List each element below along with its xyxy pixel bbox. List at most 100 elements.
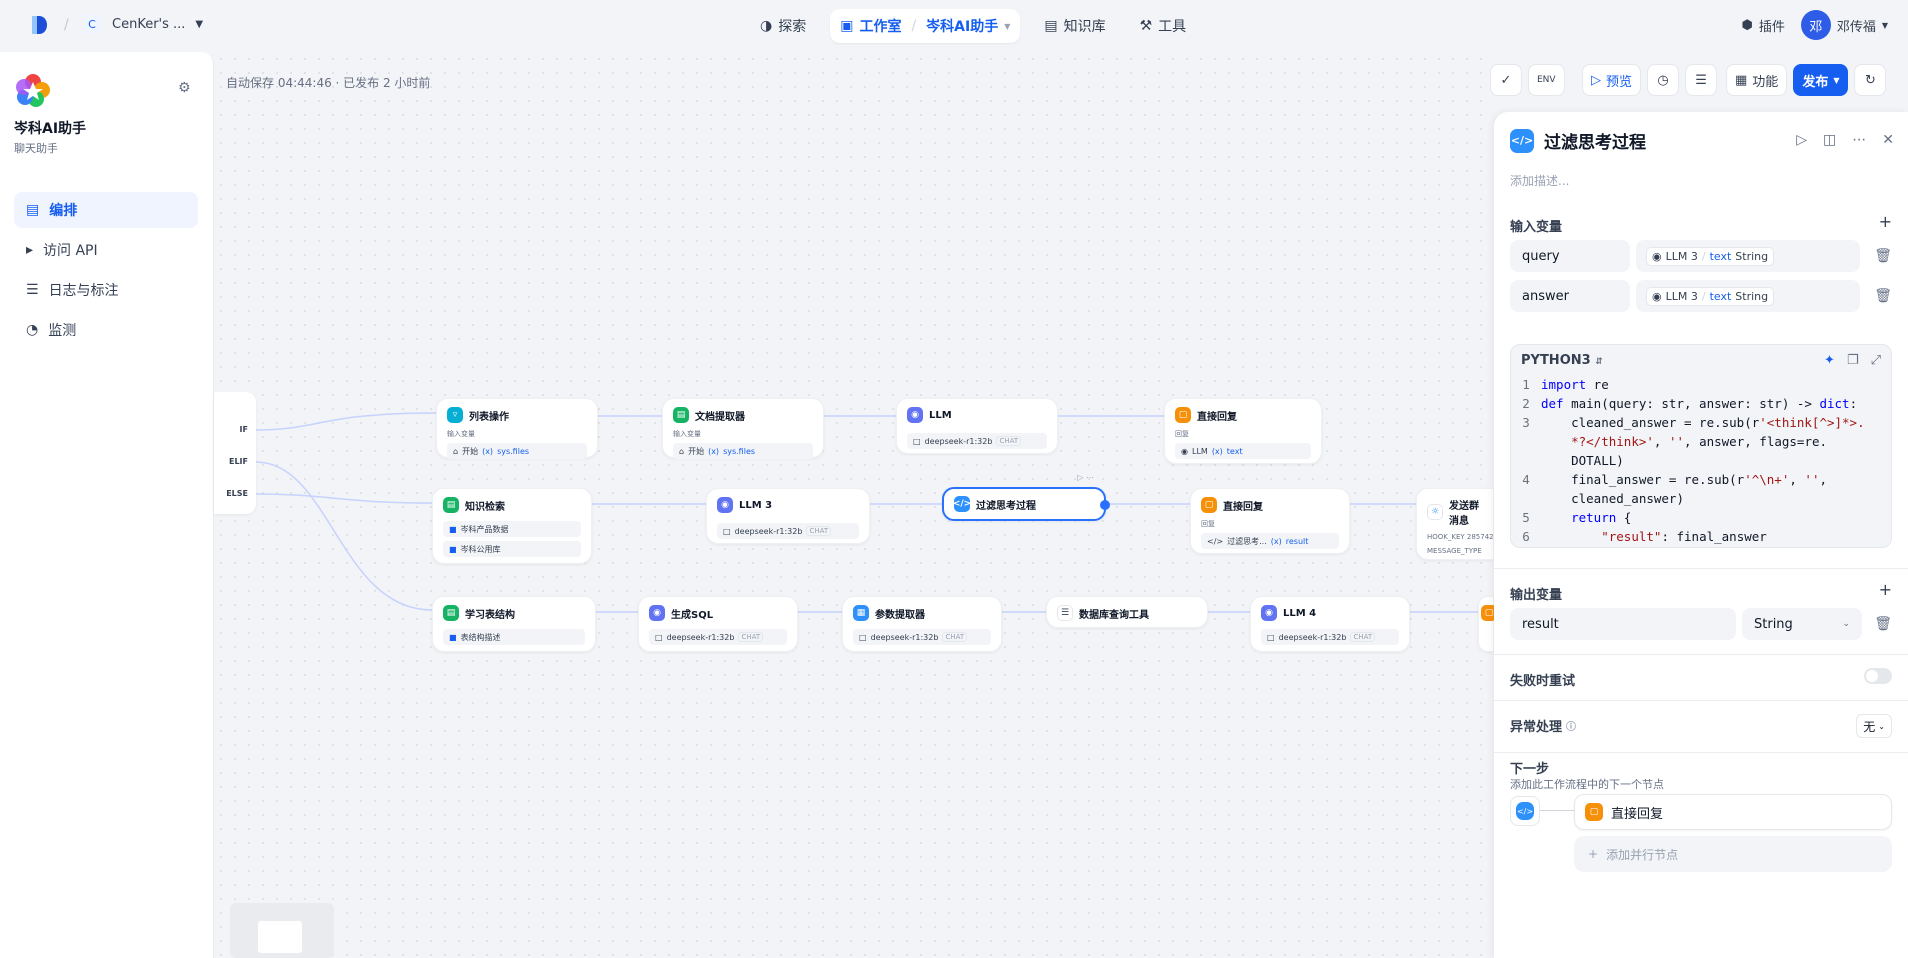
delete-icon[interactable]: 🗑 [1874,248,1892,264]
node-generate-sql[interactable]: ◉ 生成SQL □ deepseek-r1:32b CHAT [638,596,798,652]
var-source: 开始 [688,446,705,456]
node-list-operator[interactable]: ▿ 列表操作 输入变量 ⌂ 开始 (x) sys.files [436,398,598,459]
node-llm-4[interactable]: ◉ LLM 4 □ deepseek-r1:32b CHAT [1250,596,1410,652]
checklist-button[interactable]: ✓ [1490,64,1522,96]
book-icon: ▤ [443,605,459,621]
minimap-viewport[interactable] [258,921,302,953]
code-text[interactable]: import re [1541,375,1609,394]
code-text[interactable]: def main(query: str, answer: str) -> dic… [1541,394,1857,413]
expand-icon[interactable]: ⤢ [1871,353,1881,368]
code-text[interactable]: cleaned_answer) [1541,489,1684,508]
features-button[interactable]: ▦ 功能 [1726,64,1788,96]
checklist-icon-button[interactable]: ☰ [1685,64,1718,96]
model-icon: □ [913,436,921,446]
code-text[interactable]: final_answer = re.sub(r'^\n+', '', [1541,470,1827,489]
description-input[interactable]: 添加描述... [1510,172,1569,189]
env-button[interactable]: ENV [1528,64,1565,96]
brain-icon: ◉ [1652,289,1662,303]
user-menu[interactable]: 邓 邓传福 ▼ [1800,10,1888,40]
error-handling-select[interactable]: 无 ⌄ [1856,714,1892,738]
more-icon[interactable]: ⋯ [1852,132,1866,148]
code-text[interactable]: "result": final_answer [1541,527,1767,546]
code-line[interactable]: 5 return { [1511,508,1891,527]
reply-icon: ▢ [1201,497,1217,513]
code-editor[interactable]: PYTHON3 ⇵ ✦ ❐ ⤢ 1 import re 2 def main(quer… [1510,344,1892,548]
code-line[interactable]: DOTALL) [1511,451,1891,470]
output-var-name[interactable]: result [1510,608,1736,640]
node-param-extractor[interactable]: ▦ 参数提取器 □ deepseek-r1:32b CHAT [842,596,1002,652]
node-title: 数据库查询工具 [1079,609,1149,621]
sparkle-icon[interactable]: ✦ [1824,353,1835,368]
node-db-query-tool[interactable]: ☰ 数据库查询工具 [1046,596,1208,628]
version-history-button[interactable]: ↻ [1854,64,1887,96]
node-knowledge-retrieval[interactable]: ▤ 知识检索 ■ 岑科产品数据 ■ 岑科公用库 [432,488,592,564]
node-title: 直接回复 [1197,411,1237,423]
node-answer-partial[interactable]: ▢ [1478,596,1497,652]
code-text[interactable]: DOTALL) [1541,451,1624,470]
code-text[interactable]: return { [1541,508,1631,527]
code-line[interactable]: 2 def main(query: str, answer: str) -> di… [1511,394,1891,413]
current-node-icon: </> [1510,796,1540,826]
node-title: 发送群消息 [1449,501,1479,527]
run-history-button[interactable]: ◷ [1647,64,1680,96]
output-type-select[interactable]: String ⌄ [1742,608,1862,640]
node-send-message[interactable]: ☼ 发送群消息 HOOK_KEY 285742... MESSAGE_TYPE [1416,488,1494,560]
run-icon[interactable]: ▷ [1796,132,1807,148]
retry-toggle[interactable] [1864,668,1892,684]
node-run-icon[interactable]: ▷ ⋯ [1077,473,1094,482]
plugins-button[interactable]: ⬢ 插件 [1741,16,1784,35]
input-var-name[interactable]: query [1510,240,1630,272]
node-llm[interactable]: ◉ LLM □ deepseek-r1:32b CHAT [896,398,1058,454]
next-node-card[interactable]: ▢ 直接回复 [1574,794,1892,830]
split-view-icon[interactable]: ◫ [1823,132,1836,148]
chevron-down-icon: ⌄ [1878,721,1885,731]
preview-button[interactable]: ▷ 预览 [1582,64,1642,96]
chevron-down-icon: ▼ [1881,20,1888,30]
node-title: 生成SQL [671,609,714,621]
node-filter-thinking[interactable]: </> 过滤思考过程 ▷ ⋯ [942,473,1110,521]
var-prefix: (x) [1211,446,1223,456]
add-parallel-node-button[interactable]: + 添加并行节点 [1574,836,1892,872]
add-node-handle[interactable] [1100,500,1110,510]
add-input-icon[interactable]: + [1879,212,1892,231]
input-var-ref[interactable]: ◉ LLM 3/text String [1636,280,1860,312]
delete-icon[interactable]: 🗑 [1874,288,1892,304]
code-line[interactable]: 6 "result": final_answer [1511,527,1891,546]
node-doc-extractor[interactable]: ▤ 文档提取器 输入变量 ⌂ 开始 (x) sys.files [662,398,824,459]
language-select[interactable]: PYTHON3 ⇵ [1521,353,1603,368]
node-title: 过滤思考过程 [976,500,1036,512]
close-icon[interactable]: ✕ [1882,132,1894,148]
code-text[interactable]: *?</think>', '', answer, flags=re. [1541,432,1827,451]
code-line[interactable]: cleaned_answer) [1511,489,1891,508]
divider [1494,568,1908,569]
node-model-row: □ deepseek-r1:32b CHAT [853,629,991,645]
copy-icon[interactable]: ❐ [1847,353,1859,368]
help-icon[interactable]: ⓘ [1566,718,1576,733]
node-learn-schema[interactable]: ▤ 学习表结构 ■ 表结构描述 [432,596,596,652]
minimap[interactable] [230,903,334,958]
chevron-down-icon: ▼ [1833,75,1840,85]
if-else-node[interactable]: IF ELIF ELSE [214,392,256,514]
add-output-icon[interactable]: + [1879,580,1892,599]
line-number [1511,432,1541,451]
delete-icon[interactable]: 🗑 [1874,616,1892,632]
language-label: PYTHON3 [1521,352,1591,368]
code-line[interactable]: *?</think>', '', answer, flags=re. [1511,432,1891,451]
code-line[interactable]: 3 cleaned_answer = re.sub(r'<think[^>]*>… [1511,413,1891,432]
line-number [1511,451,1541,470]
node-answer-2[interactable]: ▢ 直接回复 回复 </> 过滤思考... (x) result [1190,488,1350,554]
code-line[interactable]: 4 final_answer = re.sub(r'^\n+', '', [1511,470,1891,489]
node-llm-3[interactable]: ◉ LLM 3 □ deepseek-r1:32b CHAT [706,488,870,544]
input-var-name[interactable]: answer [1510,280,1630,312]
model-icon: □ [723,526,731,536]
code-line[interactable]: 1 import re [1511,375,1891,394]
code-content[interactable]: 1 import re 2 def main(query: str, answer: … [1511,375,1891,546]
divider [1494,654,1908,655]
code-text[interactable]: cleaned_answer = re.sub(r'<think[^>]*>. [1541,413,1865,432]
input-var-ref[interactable]: ◉ LLM 3/text String [1636,240,1860,272]
error-handling-label: 异常处理 [1510,720,1563,735]
node-answer-1[interactable]: ▢ 直接回复 回复 ◉ LLM (x) text [1164,398,1322,464]
publish-button[interactable]: 发布 ▼ [1793,64,1849,96]
panel-title[interactable]: 过滤思考过程 [1544,128,1646,153]
history-icon: ↻ [1865,72,1876,88]
